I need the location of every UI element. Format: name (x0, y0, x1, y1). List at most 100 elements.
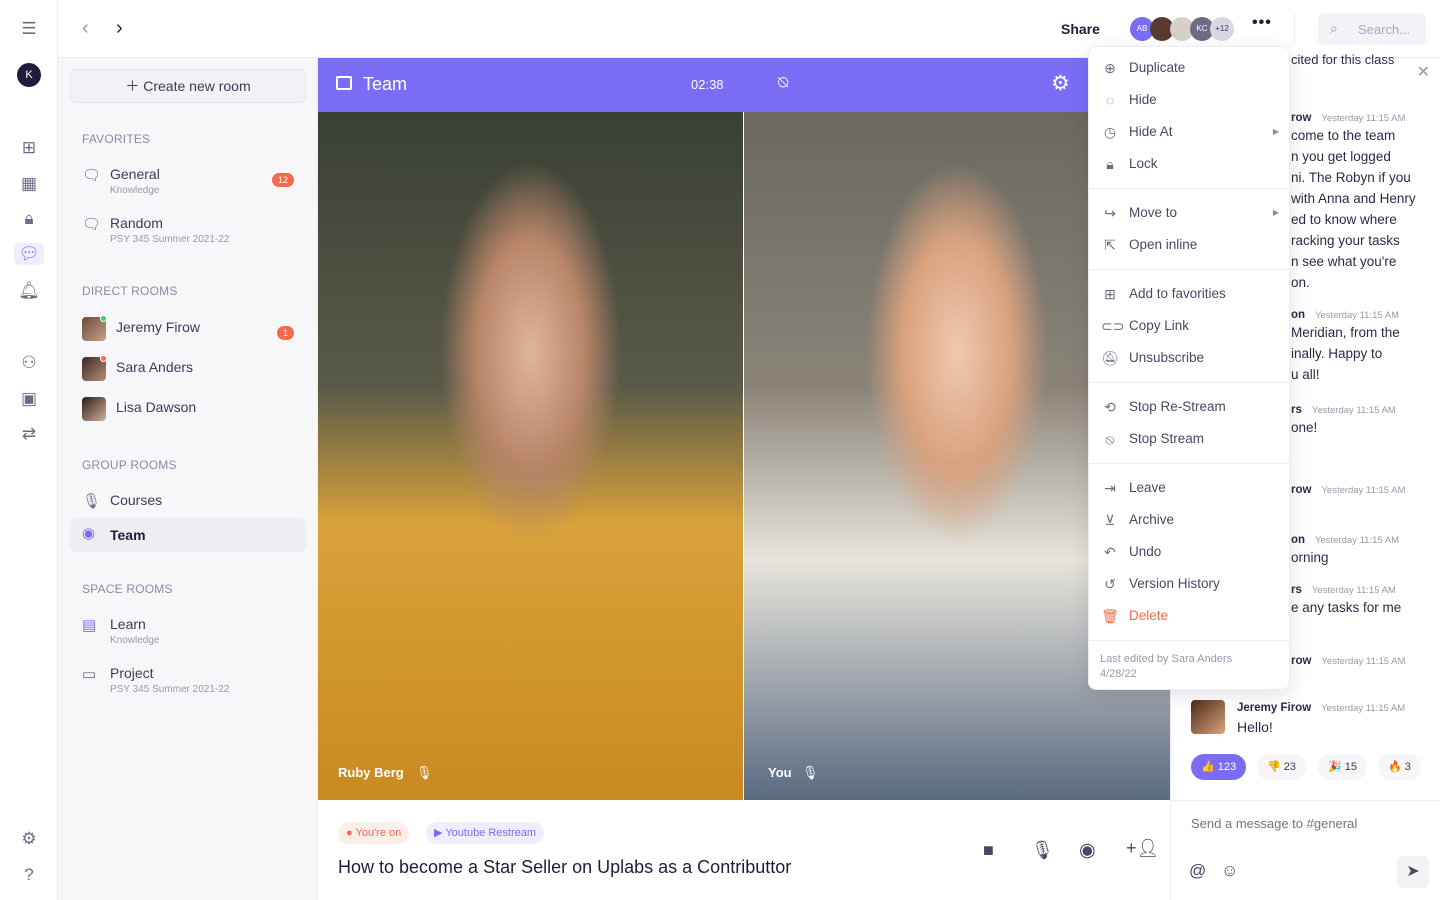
more-members-badge[interactable]: +12 (1210, 17, 1234, 41)
chat-icon[interactable]: 💬︎ (14, 243, 44, 265)
mute-icon[interactable]: ⍉ (778, 73, 788, 93)
bell-icon[interactable]: 🔔︎ (18, 280, 40, 302)
hide-at-icon: ◷ (1103, 124, 1117, 140)
reaction-party[interactable]: 🎉 15 (1318, 754, 1368, 780)
menu-item-move-to[interactable]: ↪ Move to ▶ (1089, 197, 1289, 229)
divider (1089, 269, 1289, 270)
menu-item-stop-stream[interactable]: ⦸ Stop Stream (1089, 423, 1289, 455)
status-dot (100, 355, 107, 362)
menu-item-stop-re-stream[interactable]: ⟲ Stop Re-Stream (1089, 391, 1289, 423)
search-input[interactable]: ⌕ Search... (1318, 13, 1426, 45)
sidebar-item-general[interactable]: 🗨︎ General Knowledge 12 (70, 158, 306, 198)
message-author: rs Yesterday 11:15 AM (1291, 404, 1396, 416)
grid-icon[interactable]: ▦ (18, 173, 40, 195)
divider (1089, 188, 1289, 189)
message-text: orning (1291, 550, 1329, 565)
close-icon[interactable]: ✕ (1417, 62, 1430, 82)
microphone-icon[interactable]: 🎙︎ (1031, 840, 1054, 861)
mention-icon[interactable]: @ (1189, 861, 1206, 881)
menu-item-duplicate[interactable]: ⊕ Duplicate (1089, 52, 1289, 84)
menu-collapse-icon[interactable]: ☰ (18, 18, 40, 40)
send-button[interactable]: ➤ (1397, 856, 1429, 888)
menu-item-open-inline[interactable]: ⇱ Open inline (1089, 229, 1289, 261)
calendar-icon[interactable]: ▣ (18, 388, 40, 410)
message-text: e any tasks for me (1291, 600, 1402, 615)
back-icon[interactable]: ‹ (82, 17, 89, 40)
video-header: Team 02:38 ⍉ ⚙ (318, 58, 1088, 112)
sidebar-item-jeremy-firow[interactable]: Jeremy Firow 1 (70, 311, 306, 351)
menu-item-hide-at[interactable]: ◷ Hide At ▶ (1089, 116, 1289, 148)
add-person-icon[interactable]: +👤︎ (1126, 838, 1159, 859)
menu-item-hide[interactable]: ◌ Hide (1089, 84, 1289, 116)
open-inline-icon: ⇱ (1104, 237, 1116, 253)
sidebar-item-team[interactable]: ◉ Team (70, 518, 306, 552)
lock-icon: 🔒︎ (1106, 156, 1114, 172)
icon-rail: ☰ K ⊞ ▦ 🔒︎ 💬︎ 🔔︎ ⚇ ▣ ⇄ ⚙ ? (0, 0, 58, 900)
menu-item-version-history[interactable]: ↺ Version History (1089, 568, 1289, 600)
message-text: inally. Happy to (1291, 346, 1383, 361)
live-badge: ● You're on (338, 822, 410, 844)
add-to-favorities-icon: ⊞ (1104, 286, 1116, 302)
avatar (1191, 700, 1225, 734)
microphone-icon: 🎙︎ (802, 765, 819, 780)
share-button[interactable]: Share (1061, 21, 1100, 37)
gear-icon[interactable]: ⚙ (1051, 71, 1070, 96)
menu-item-delete[interactable]: 🗑︎ Delete (1089, 600, 1289, 632)
divider (1089, 640, 1289, 641)
message-text: come to the team (1291, 128, 1396, 143)
camera-icon[interactable]: ■ (983, 840, 994, 861)
reaction-thumbs-down[interactable]: 👎 23 (1257, 754, 1307, 780)
stop-stream-icon: ⦸ (1105, 431, 1115, 447)
last-edited-info: Last edited by Sara Anders 4/28/22 (1100, 653, 1233, 680)
divider (1089, 463, 1289, 464)
message-text: one! (1291, 420, 1318, 435)
people-icon[interactable]: ⚇ (18, 352, 40, 374)
restream-badge: ▶ Youtube Restream (426, 822, 545, 844)
divider (1089, 382, 1289, 383)
forward-icon[interactable]: › (116, 17, 123, 40)
message-text: on. (1291, 275, 1310, 290)
flow-icon[interactable]: ⇄ (18, 423, 40, 445)
reaction-thumbs-up[interactable]: 👍 123 (1191, 754, 1247, 780)
sidebar-item-learn[interactable]: ▤ Learn Knowledge (70, 608, 306, 648)
version-history-icon: ↺ (1104, 576, 1116, 592)
menu-item-lock[interactable]: 🔒︎ Lock (1089, 148, 1289, 180)
menu-item-copy-link[interactable]: ⊂⊃ Copy Link (1089, 310, 1289, 342)
archive-icon: ⊻ (1104, 512, 1116, 528)
participant-name: You (768, 765, 792, 780)
message-author: row Yesterday 11:15 AM (1291, 484, 1406, 496)
menu-item-leave[interactable]: ⇥ Leave (1089, 472, 1289, 504)
menu-item-archive[interactable]: ⊻ Archive (1089, 504, 1289, 536)
leave-icon: ⇥ (1104, 480, 1116, 496)
emoji-icon[interactable]: ☺ (1221, 861, 1238, 881)
more-options-icon[interactable]: ••• (1252, 14, 1272, 32)
sidebar-item-lisa-dawson[interactable]: Lisa Dawson (70, 391, 306, 431)
undo-icon: ↶ (1104, 544, 1116, 560)
message-input[interactable] (1191, 816, 1421, 831)
message-text: u all! (1291, 367, 1320, 382)
sidebar-item-project[interactable]: ▭ Project PSY 345 Summer 2021-22 (70, 657, 306, 697)
message-author: on Yesterday 11:15 AM (1291, 534, 1400, 546)
gear-icon[interactable]: ⚙ (18, 828, 40, 850)
message-author: row Yesterday 11:15 AM (1291, 655, 1406, 667)
lock-icon[interactable]: 🔒︎ (18, 208, 40, 230)
folder-icon: ▭ (82, 666, 97, 683)
menu-item-undo[interactable]: ↶ Undo (1089, 536, 1289, 568)
microphone-icon: 🎙︎ (82, 493, 102, 510)
sidebar-item-sara-anders[interactable]: Sara Anders (70, 351, 306, 391)
chevron-right-icon: ▶ (1272, 208, 1279, 217)
menu-item-add-to-favorities[interactable]: ⊞ Add to favorities (1089, 278, 1289, 310)
participant-video[interactable]: Ruby Berg 🎙︎ (318, 112, 743, 800)
avatar[interactable]: K (17, 63, 41, 87)
add-square-icon[interactable]: ⊞ (18, 137, 40, 159)
sidebar-item-random[interactable]: 🗨︎ Random PSY 345 Summer 2021-22 (70, 207, 306, 247)
menu-item-unsubscribe[interactable]: 🔕︎ Unsubscribe (1089, 342, 1289, 374)
reaction-fire[interactable]: 🔥 3 (1378, 754, 1421, 780)
message-text: ed to know where (1291, 212, 1397, 227)
create-room-button[interactable]: ＋ Create new room (70, 69, 306, 103)
record-icon[interactable]: ◉ (1079, 839, 1096, 862)
unread-badge: 12 (271, 173, 294, 187)
participant-name: Ruby Berg (338, 765, 404, 780)
section-title: DIRECT ROOMS (82, 284, 178, 298)
help-icon[interactable]: ? (18, 864, 40, 886)
